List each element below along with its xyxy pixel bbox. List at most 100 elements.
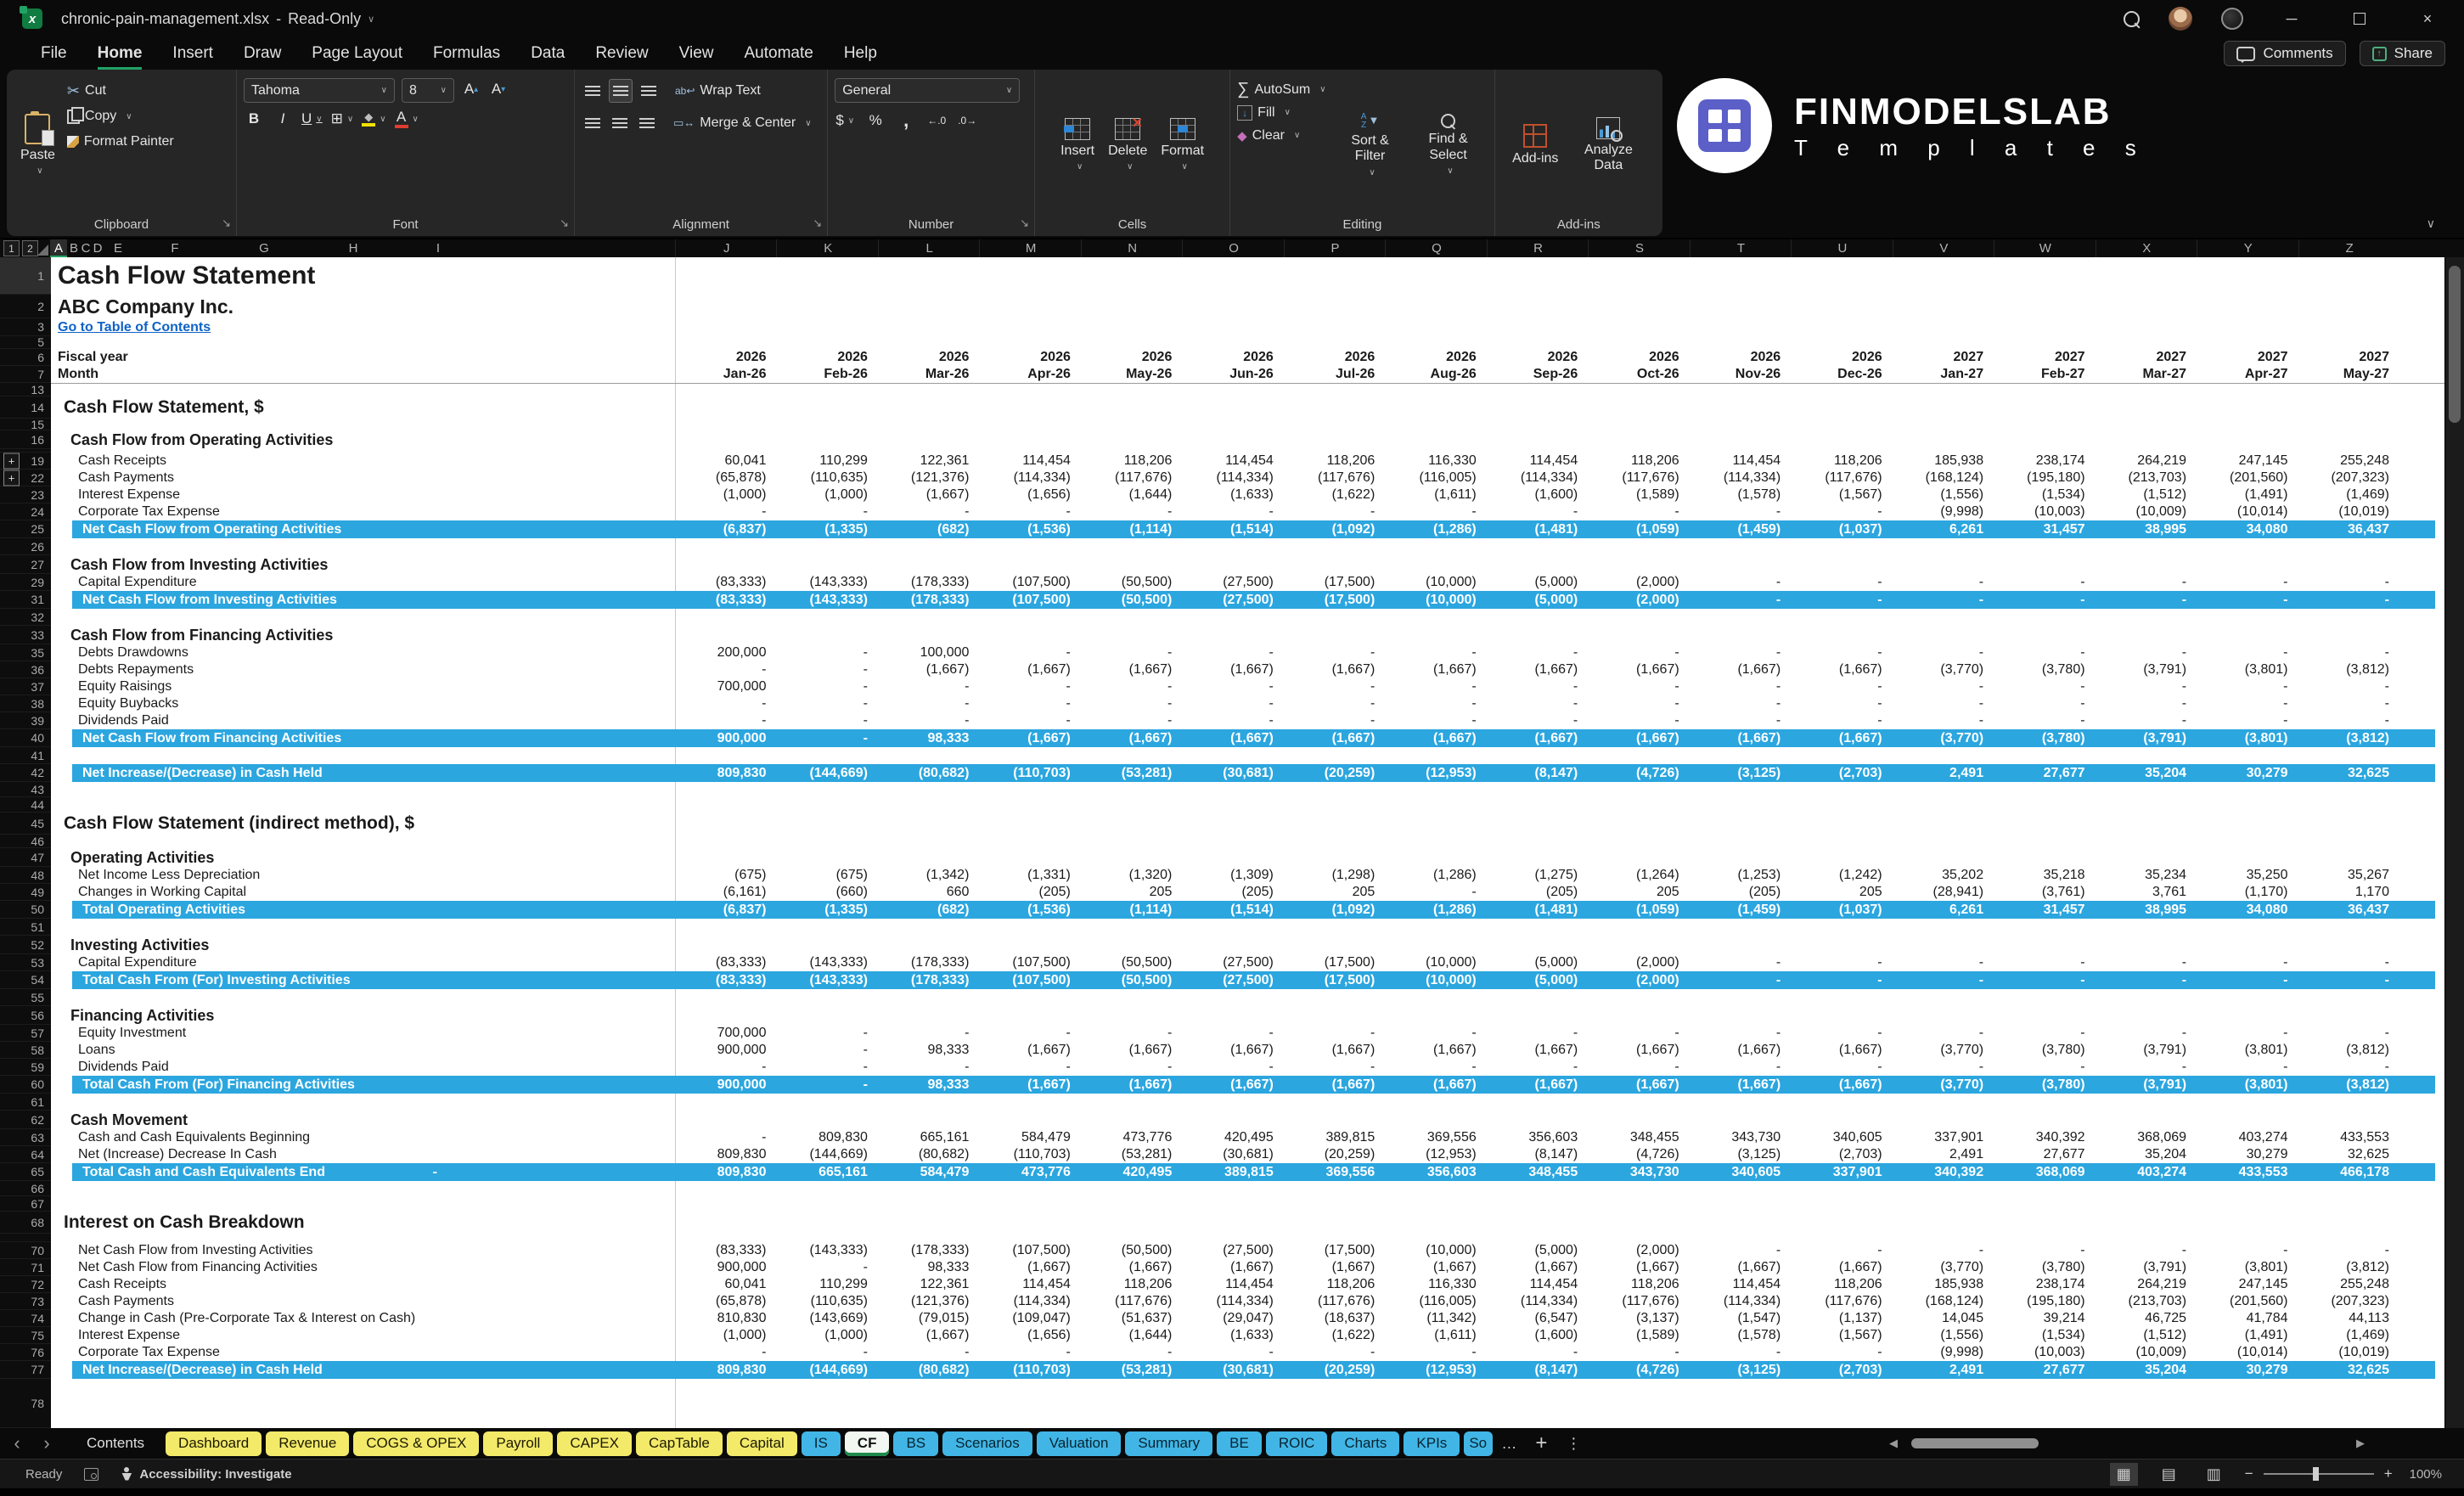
cell[interactable]: 2,491 xyxy=(1893,1146,1994,1163)
cell[interactable]: (116,005) xyxy=(1385,1293,1486,1310)
cell[interactable]: (107,500) xyxy=(979,954,1080,971)
cell[interactable]: - xyxy=(776,1042,877,1059)
cell[interactable]: - xyxy=(1893,712,1994,729)
cell[interactable]: 38,995 xyxy=(2096,520,2197,538)
cell[interactable]: - xyxy=(1893,1025,1994,1042)
cell[interactable]: 205 xyxy=(1284,884,1385,901)
cell[interactable]: - xyxy=(1182,503,1283,520)
cell[interactable]: (107,500) xyxy=(979,1242,1080,1259)
cell[interactable]: - xyxy=(1994,1025,2095,1042)
cell[interactable]: - xyxy=(1690,574,1791,591)
cell[interactable]: (3,770) xyxy=(1893,1076,1994,1094)
cell[interactable]: (1,459) xyxy=(1690,901,1791,919)
shrink-font-button[interactable]: A▾ xyxy=(488,78,509,100)
cell[interactable]: (20,259) xyxy=(1284,764,1385,782)
cell[interactable]: (107,500) xyxy=(979,574,1080,591)
cell[interactable]: 14,045 xyxy=(1893,1310,1994,1327)
cell[interactable]: (1,556) xyxy=(1893,1327,1994,1344)
cell[interactable]: 35,204 xyxy=(2096,1361,2197,1379)
cell[interactable]: 368,069 xyxy=(1994,1163,2095,1181)
column-header-w[interactable]: W xyxy=(1994,239,2096,257)
cell[interactable]: 2,491 xyxy=(1893,1361,1994,1379)
cell[interactable]: - xyxy=(2298,591,2399,609)
borders-button[interactable]: ⊞ xyxy=(331,108,354,130)
cell[interactable]: (1,331) xyxy=(979,867,1080,884)
cell[interactable]: (83,333) xyxy=(675,954,776,971)
row-number-38[interactable]: 38 xyxy=(0,695,51,712)
chevron-down-icon[interactable]: ∨ xyxy=(368,14,374,25)
cell[interactable]: (20,259) xyxy=(1284,1146,1385,1163)
cell[interactable]: (1,567) xyxy=(1791,486,1892,503)
cell[interactable]: (1,667) xyxy=(1791,1259,1892,1276)
cell[interactable]: (144,669) xyxy=(776,764,877,782)
cell[interactable]: (1,092) xyxy=(1284,520,1385,538)
cell[interactable]: (27,500) xyxy=(1182,971,1283,989)
cell[interactable]: - xyxy=(1487,712,1588,729)
cell[interactable]: (1,000) xyxy=(776,1327,877,1344)
cell[interactable]: 118,206 xyxy=(1081,1276,1182,1293)
cell[interactable]: - xyxy=(1893,574,1994,591)
cell[interactable]: - xyxy=(776,644,877,661)
delete-cells-button[interactable]: Delete xyxy=(1101,118,1154,172)
row-number-3[interactable]: 3 xyxy=(0,318,51,336)
cell[interactable]: 337,901 xyxy=(1893,1129,1994,1146)
cell[interactable]: - xyxy=(1994,954,2095,971)
cell[interactable]: (117,676) xyxy=(1081,1293,1182,1310)
row-number-53[interactable]: 53 xyxy=(0,954,51,971)
menu-formulas[interactable]: Formulas xyxy=(433,37,500,70)
format-cells-button[interactable]: Format xyxy=(1154,118,1211,172)
toc-link[interactable]: Go to Table of Contents xyxy=(51,320,211,335)
cell[interactable]: (1,656) xyxy=(979,486,1080,503)
cell[interactable]: (1,667) xyxy=(1487,1259,1588,1276)
cell[interactable]: 473,776 xyxy=(979,1163,1080,1181)
column-header-k[interactable]: K xyxy=(776,239,878,257)
cell[interactable]: 900,000 xyxy=(675,729,776,747)
scroll-right-icon[interactable]: ▶ xyxy=(2356,1437,2365,1450)
cell[interactable]: 30,279 xyxy=(2197,1361,2298,1379)
row-number-47[interactable]: 47 xyxy=(0,848,51,867)
find-select-button[interactable]: Find & Select xyxy=(1409,78,1488,212)
cell[interactable]: - xyxy=(1893,1059,1994,1076)
cell[interactable]: 205 xyxy=(1588,884,1689,901)
cell[interactable]: - xyxy=(1081,1344,1182,1361)
cell[interactable]: 114,454 xyxy=(1690,1276,1791,1293)
cell[interactable]: (1,547) xyxy=(1690,1310,1791,1327)
cell[interactable]: - xyxy=(2096,971,2197,989)
cell[interactable]: (8,147) xyxy=(1487,764,1588,782)
row-number-14[interactable]: 14 xyxy=(0,396,51,419)
cell[interactable]: 185,938 xyxy=(1893,1276,1994,1293)
row-number-75[interactable]: 75 xyxy=(0,1327,51,1344)
cell[interactable]: (195,180) xyxy=(1994,1293,2095,1310)
cell[interactable]: (3,791) xyxy=(2096,729,2197,747)
cell[interactable]: 369,556 xyxy=(1284,1163,1385,1181)
sort-filter-button[interactable]: AZ▼ Sort & Filter xyxy=(1331,78,1409,212)
cell[interactable]: - xyxy=(2197,1242,2298,1259)
row-number-73[interactable]: 73 xyxy=(0,1293,51,1310)
align-top-icon[interactable] xyxy=(582,80,604,102)
cell[interactable]: Apr-27 xyxy=(2197,366,2298,383)
cell[interactable]: 36,437 xyxy=(2298,901,2399,919)
cell[interactable]: (3,780) xyxy=(1994,661,2095,678)
cell[interactable]: - xyxy=(1893,591,1994,609)
cell[interactable]: - xyxy=(2298,1059,2399,1076)
cell[interactable]: - xyxy=(675,1344,776,1361)
cell[interactable]: (10,009) xyxy=(2096,1344,2197,1361)
row-number-54[interactable]: 54 xyxy=(0,971,51,989)
cell[interactable]: (143,669) xyxy=(776,1310,877,1327)
cell[interactable]: (1,567) xyxy=(1791,1327,1892,1344)
cell[interactable]: 118,206 xyxy=(1588,1276,1689,1293)
column-header-d[interactable]: D xyxy=(89,239,106,257)
row-number-35[interactable]: 35 xyxy=(0,644,51,661)
column-header-o[interactable]: O xyxy=(1182,239,1284,257)
cell[interactable]: - xyxy=(1385,1059,1486,1076)
paste-button[interactable]: Paste xyxy=(14,78,62,212)
cell[interactable]: - xyxy=(1994,644,2095,661)
row-number-7[interactable]: 7 xyxy=(0,366,51,383)
sheet-tab-capex[interactable]: CAPEX xyxy=(557,1431,632,1456)
copilot-icon[interactable] xyxy=(2221,8,2243,30)
horizontal-scrollbar[interactable]: ◀ ▶ xyxy=(1889,1437,2365,1450)
cell[interactable]: (4,726) xyxy=(1588,1146,1689,1163)
cell[interactable]: (3,801) xyxy=(2197,1259,2298,1276)
cell[interactable]: - xyxy=(1994,1242,2095,1259)
row-number-60[interactable]: 60 xyxy=(0,1076,51,1094)
